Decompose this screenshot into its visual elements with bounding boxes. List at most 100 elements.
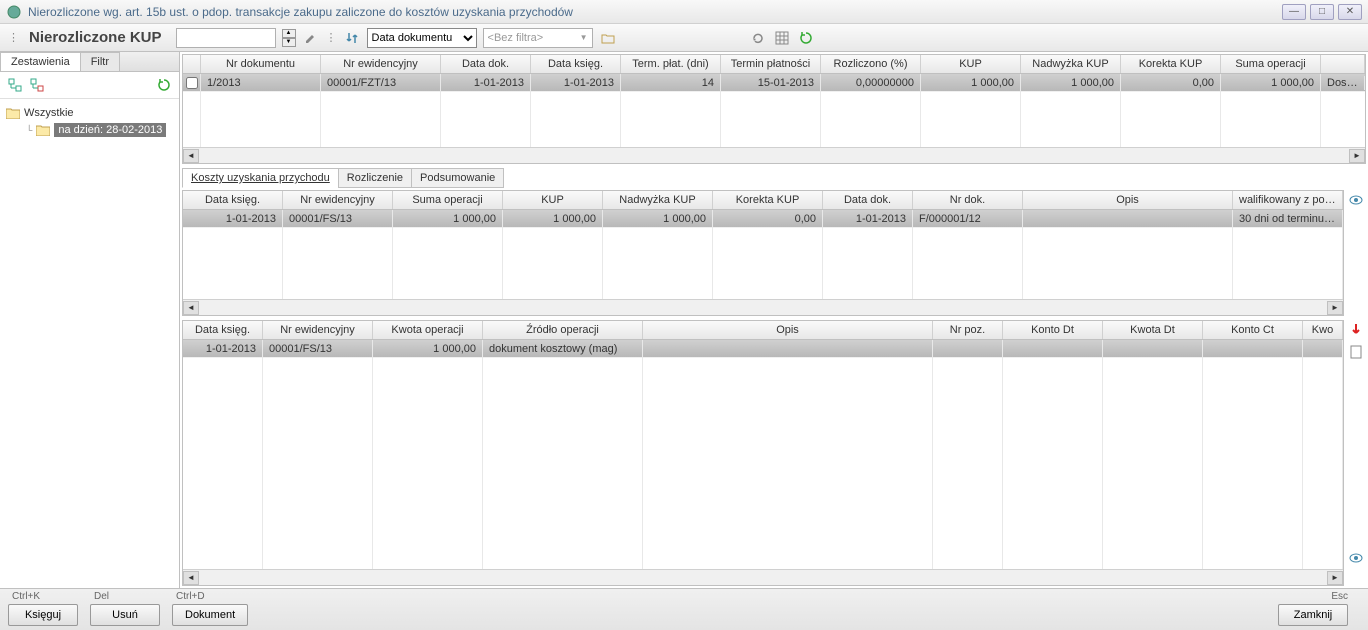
cell-korekta: 0,00	[1121, 76, 1221, 90]
cell3-nr-ewid: 00001/FS/13	[263, 342, 373, 356]
cell-nr-ewid: 00001/FZT/13	[321, 76, 441, 90]
grid-detail-body[interactable]: 1-01-2013 00001/FS/13 1 000,00 dokument …	[183, 340, 1343, 569]
refresh-small-icon[interactable]	[749, 29, 767, 47]
expand-tree-icon[interactable]	[6, 76, 24, 94]
document-icon[interactable]	[1348, 344, 1366, 362]
col2-data-dok[interactable]: Data dok.	[823, 191, 913, 209]
tab-podsumowanie[interactable]: Podsumowanie	[411, 168, 504, 188]
grid-koszty-body[interactable]: 1-01-2013 00001/FS/13 1 000,00 1 000,00 …	[183, 210, 1343, 299]
zamknij-button[interactable]: Zamknij	[1278, 604, 1348, 626]
col-termin-platnosci[interactable]: Termin płatności	[721, 55, 821, 73]
collapse-tree-icon[interactable]	[28, 76, 46, 94]
col3-konto-ct[interactable]: Konto Ct	[1203, 321, 1303, 339]
window-title: Nierozliczone wg. art. 15b ust. o pdop. …	[28, 5, 1282, 19]
table-row[interactable]: 1-01-2013 00001/FS/13 1 000,00 dokument …	[183, 340, 1343, 358]
refresh-icon[interactable]	[797, 29, 815, 47]
col2-korekta[interactable]: Korekta KUP	[713, 191, 823, 209]
title-bar: Nierozliczone wg. art. 15b ust. o pdop. …	[0, 0, 1368, 24]
grid-icon[interactable]	[773, 29, 791, 47]
page-title: Nierozliczone KUP	[29, 29, 162, 46]
col3-kwo[interactable]: Kwo	[1303, 321, 1343, 339]
left-panel: Zestawienia Filtr Wszystkie └ na dzień: …	[0, 52, 180, 588]
cell2-opis	[1023, 218, 1233, 220]
col-data-ksieg[interactable]: Data księg.	[531, 55, 621, 73]
col2-nr-dok[interactable]: Nr dok.	[913, 191, 1023, 209]
col-data-dok[interactable]: Data dok.	[441, 55, 531, 73]
col-korekta-kup[interactable]: Korekta KUP	[1121, 55, 1221, 73]
col3-opis[interactable]: Opis	[643, 321, 933, 339]
col3-konto-dt[interactable]: Konto Dt	[1003, 321, 1103, 339]
col2-data-ksieg[interactable]: Data księg.	[183, 191, 283, 209]
col2-kup[interactable]: KUP	[503, 191, 603, 209]
cell-term-dni: 14	[621, 76, 721, 90]
sort-field-select[interactable]: Data dokumentu	[367, 28, 477, 48]
cell3-opis	[643, 348, 933, 350]
eye-icon[interactable]	[1348, 550, 1366, 568]
refresh-tree-icon[interactable]	[155, 76, 173, 94]
col2-kwalif[interactable]: walifikowany z powod	[1233, 191, 1343, 209]
filter-input[interactable]: <Bez filtra> ▼	[483, 28, 593, 48]
col3-nr-ewid[interactable]: Nr ewidencyjny	[263, 321, 373, 339]
col3-data-ksieg[interactable]: Data księg.	[183, 321, 263, 339]
grid-main-hscroll[interactable]: ◄►	[183, 147, 1365, 163]
col3-nr-poz[interactable]: Nr poz.	[933, 321, 1003, 339]
col-rozliczono[interactable]: Rozliczono (%)	[821, 55, 921, 73]
col-kup[interactable]: KUP	[921, 55, 1021, 73]
row-checkbox[interactable]	[186, 77, 198, 89]
maximize-button[interactable]: □	[1310, 4, 1334, 20]
ksieguj-button[interactable]: Księguj	[8, 604, 78, 626]
close-button[interactable]: ✕	[1338, 4, 1362, 20]
eye-icon[interactable]	[1348, 192, 1366, 210]
cell2-korekta: 0,00	[713, 212, 823, 226]
col-nadwyzka-kup[interactable]: Nadwyżka KUP	[1021, 55, 1121, 73]
cell-nadwyzka: 1 000,00	[1021, 76, 1121, 90]
edit-icon[interactable]	[302, 29, 320, 47]
down-arrow-icon[interactable]	[1348, 322, 1366, 340]
folder-icon[interactable]	[599, 29, 617, 47]
table-row[interactable]: 1/2013 00001/FZT/13 1-01-2013 1-01-2013 …	[183, 74, 1365, 92]
shortcut-zamknij: Esc	[1327, 591, 1348, 602]
tree-root[interactable]: Wszystkie	[6, 105, 173, 121]
grid-main-body[interactable]: 1/2013 00001/FZT/13 1-01-2013 1-01-2013 …	[183, 74, 1365, 147]
cell3-data-ksieg: 1-01-2013	[183, 342, 263, 356]
tab-koszty[interactable]: Koszty uzyskania przychodu	[182, 168, 339, 188]
col-suma-operacji[interactable]: Suma operacji	[1221, 55, 1321, 73]
table-row[interactable]: 1-01-2013 00001/FS/13 1 000,00 1 000,00 …	[183, 210, 1343, 228]
cell2-nadwyzka: 1 000,00	[603, 212, 713, 226]
col2-nr-ewid[interactable]: Nr ewidencyjny	[283, 191, 393, 209]
tab-zestawienia[interactable]: Zestawienia	[0, 52, 81, 71]
grid-main-header: Nr dokumentu Nr ewidencyjny Data dok. Da…	[183, 55, 1365, 74]
col3-kwota[interactable]: Kwota operacji	[373, 321, 483, 339]
grid-koszty-hscroll[interactable]: ◄►	[183, 299, 1343, 315]
cell-data-dok: 1-01-2013	[441, 76, 531, 90]
cell2-kwalif: 30 dni od terminu płat	[1233, 212, 1343, 226]
tab-rozliczenie[interactable]: Rozliczenie	[338, 168, 412, 188]
col2-opis[interactable]: Opis	[1023, 191, 1233, 209]
value-input[interactable]	[176, 28, 276, 48]
dokument-button[interactable]: Dokument	[172, 604, 248, 626]
minimize-button[interactable]: —	[1282, 4, 1306, 20]
col3-kwota-dt[interactable]: Kwota Dt	[1103, 321, 1203, 339]
tree-child-label: na dzień: 28-02-2013	[54, 123, 166, 137]
cell-termin-plat: 15-01-2013	[721, 76, 821, 90]
spinner-buttons[interactable]: ▲▼	[282, 29, 296, 47]
header-toolbar: ⋮ Nierozliczone KUP ▲▼ ⋮ Data dokumentu …	[0, 24, 1368, 52]
col2-nadwyzka[interactable]: Nadwyżka KUP	[603, 191, 713, 209]
left-tabs: Zestawienia Filtr	[0, 52, 179, 72]
right-panel: Nr dokumentu Nr ewidencyjny Data dok. Da…	[180, 52, 1368, 588]
grid-koszty: Data księg. Nr ewidencyjny Suma operacji…	[182, 190, 1344, 316]
col3-zrodlo[interactable]: Źródło operacji	[483, 321, 643, 339]
tree-child-selected[interactable]: └ na dzień: 28-02-2013	[26, 121, 173, 139]
col-nr-ewidencyjny[interactable]: Nr ewidencyjny	[321, 55, 441, 73]
grid-detail-hscroll[interactable]: ◄►	[183, 569, 1343, 585]
usun-button[interactable]: Usuń	[90, 604, 160, 626]
col-nr-dokumentu[interactable]: Nr dokumentu	[201, 55, 321, 73]
col-term-plat-dni[interactable]: Term. płat. (dni)	[621, 55, 721, 73]
filter-placeholder: <Bez filtra>	[488, 32, 544, 44]
folder-tree: Wszystkie └ na dzień: 28-02-2013	[0, 99, 179, 588]
col2-suma[interactable]: Suma operacji	[393, 191, 503, 209]
cell3-konto-dt	[1003, 348, 1103, 350]
sort-icon[interactable]	[343, 29, 361, 47]
tab-filtr[interactable]: Filtr	[80, 52, 120, 71]
cell2-kup: 1 000,00	[503, 212, 603, 226]
